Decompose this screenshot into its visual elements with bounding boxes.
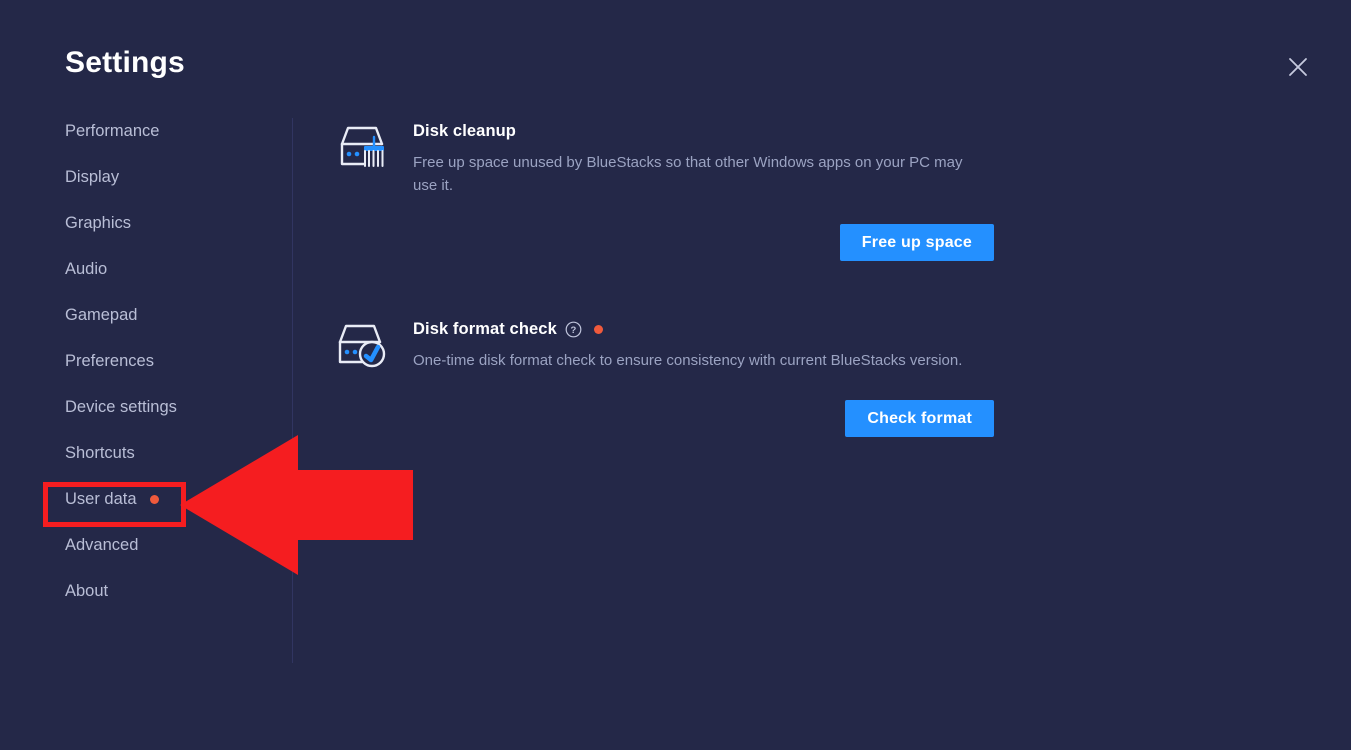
- sidebar-item-label: Performance: [65, 121, 160, 140]
- settings-content-panel: Disk cleanup Free up space unused by Blu…: [334, 118, 994, 437]
- sidebar-item-label: Graphics: [65, 213, 132, 232]
- sidebar-item-label: Preferences: [65, 351, 154, 370]
- section-disk-format-check: Disk format check ? One-time disk format…: [334, 316, 994, 437]
- disk-format-badge-dot: [593, 324, 603, 334]
- help-circle-icon[interactable]: ?: [565, 321, 582, 338]
- sidebar-item-label: Advanced: [65, 535, 139, 554]
- page-title: Settings: [65, 46, 185, 79]
- disk-check-icon: [334, 316, 390, 374]
- sidebar-item-shortcuts[interactable]: Shortcuts: [65, 440, 135, 466]
- sidebar-item-display[interactable]: Display: [65, 164, 119, 190]
- sidebar-item-audio[interactable]: Audio: [65, 256, 107, 282]
- section-heading: Disk cleanup: [413, 122, 994, 141]
- sidebar-item-label: User data: [65, 489, 137, 508]
- sidebar-item-label: Device settings: [65, 397, 177, 416]
- close-icon: [1283, 52, 1313, 82]
- disk-brush-icon: [334, 118, 390, 176]
- section-heading: Disk format check ?: [413, 320, 994, 339]
- sidebar-item-advanced[interactable]: Advanced: [65, 532, 138, 558]
- settings-sidebar: Performance Display Graphics Audio Gamep…: [0, 118, 292, 658]
- sidebar-item-label: Display: [65, 167, 120, 186]
- sidebar-item-performance[interactable]: Performance: [65, 118, 159, 144]
- svg-text:?: ?: [570, 325, 576, 336]
- section-title: Disk format check: [413, 319, 557, 338]
- section-disk-cleanup: Disk cleanup Free up space unused by Blu…: [334, 118, 994, 261]
- sidebar-item-label: Shortcuts: [65, 443, 135, 462]
- sidebar-item-device-settings[interactable]: Device settings: [65, 394, 177, 420]
- close-button[interactable]: [1283, 52, 1313, 82]
- user-data-badge-dot: [149, 494, 159, 504]
- sidebar-item-gamepad[interactable]: Gamepad: [65, 302, 137, 328]
- sidebar-item-user-data[interactable]: User data: [65, 486, 159, 512]
- section-description: Free up space unused by BlueStacks so th…: [413, 154, 963, 195]
- sidebar-divider: [292, 118, 293, 663]
- sidebar-item-label: About: [65, 581, 109, 600]
- sidebar-item-label: Gamepad: [65, 305, 138, 324]
- section-description: One-time disk format check to ensure con…: [413, 351, 963, 369]
- sidebar-item-graphics[interactable]: Graphics: [65, 210, 131, 236]
- sidebar-item-preferences[interactable]: Preferences: [65, 348, 154, 374]
- sidebar-item-about[interactable]: About: [65, 578, 108, 604]
- sidebar-item-label: Audio: [65, 259, 108, 278]
- check-format-button[interactable]: Check format: [845, 399, 994, 437]
- section-title: Disk cleanup: [413, 122, 516, 140]
- free-up-space-button[interactable]: Free up space: [839, 223, 994, 261]
